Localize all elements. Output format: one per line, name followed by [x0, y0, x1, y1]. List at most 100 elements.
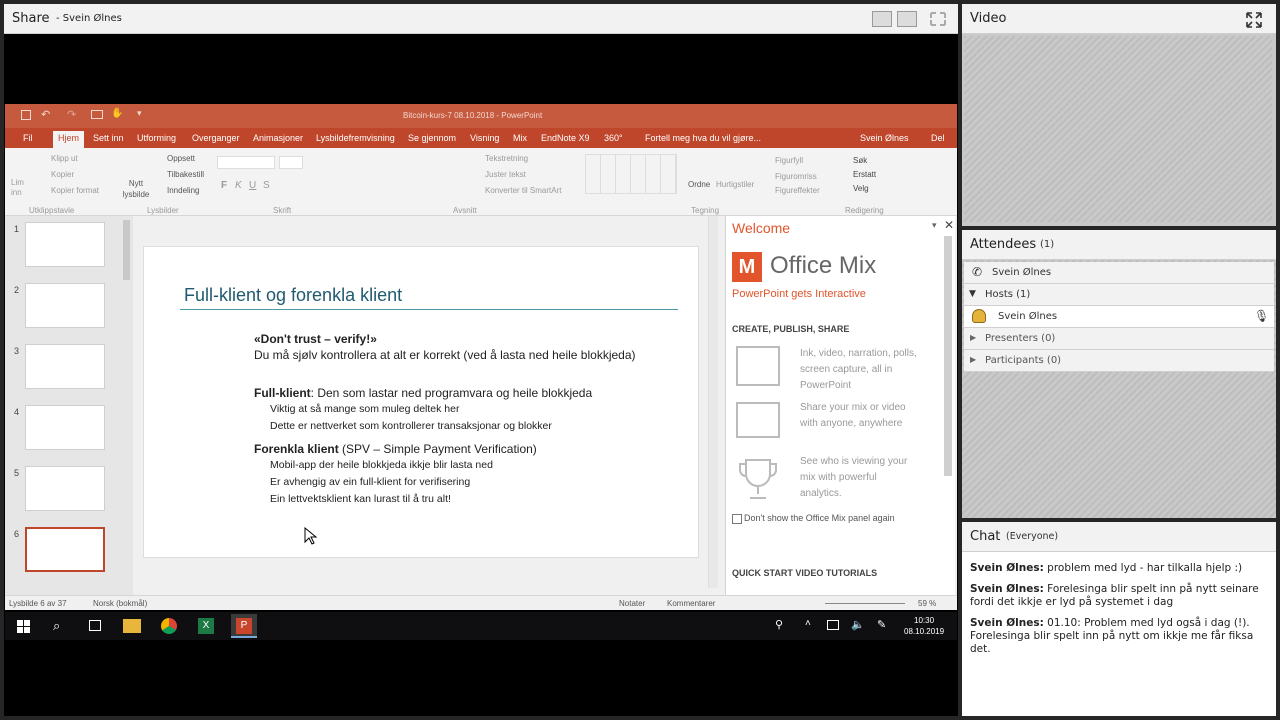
share-button[interactable]: Del: [931, 133, 945, 143]
current-slide[interactable]: Full-klient og forenkla klient «Don't tr…: [143, 246, 699, 558]
people-icon[interactable]: ⚲: [775, 618, 783, 631]
quick-styles-button[interactable]: Hurtigstiler: [716, 180, 754, 189]
search-icon[interactable]: ⌕: [53, 618, 60, 634]
bold-button[interactable]: F: [221, 180, 227, 191]
copy-button[interactable]: Kopier: [51, 170, 74, 179]
language-status[interactable]: Norsk (bokmål): [93, 599, 147, 608]
shape-fill-button[interactable]: Figurfyll: [775, 156, 803, 165]
mix-hide-checkbox[interactable]: [732, 514, 742, 524]
taskbar-time[interactable]: 10:30: [914, 616, 934, 625]
layout-button[interactable]: Oppsett: [167, 154, 195, 163]
windows-taskbar: ⌕ X P ⚲ ˄ 🔈 ✎ 10:30 08.10.2019: [5, 612, 957, 640]
layout-button-2[interactable]: [897, 11, 917, 27]
host-name: Svein Ølnes: [998, 311, 1058, 322]
font-size-box[interactable]: [279, 156, 303, 169]
slide-thumbnail-selected[interactable]: [25, 527, 105, 572]
chrome-icon[interactable]: [161, 618, 177, 634]
zoom-slider[interactable]: [825, 603, 905, 604]
tell-me-search[interactable]: Fortell meg hva du vil gjøre...: [645, 133, 761, 143]
ppt-user-name[interactable]: Svein Ølnes: [860, 133, 909, 143]
tab-view[interactable]: Visning: [470, 133, 499, 143]
tab-transitions[interactable]: Overganger: [192, 133, 240, 143]
zoom-level[interactable]: 59 %: [918, 599, 936, 608]
powerpoint-taskbar-icon[interactable]: P: [231, 614, 257, 638]
thumbnails-scrollbar[interactable]: [123, 220, 130, 280]
paste-button[interactable]: Lim inn: [11, 178, 29, 198]
new-slide-button[interactable]: Nytt lysbilde: [121, 178, 151, 200]
windows-start-icon[interactable]: [17, 620, 30, 633]
slide-thumbnail[interactable]: [25, 283, 105, 328]
find-button[interactable]: Søk: [853, 156, 867, 165]
shapes-gallery[interactable]: [585, 154, 677, 194]
redo-icon[interactable]: ↷: [67, 108, 76, 121]
font-name-box[interactable]: [217, 156, 275, 169]
format-painter-button[interactable]: Kopier format: [51, 186, 99, 195]
hosts-group-row[interactable]: ▼ Hosts (1): [964, 284, 1274, 306]
tab-file[interactable]: Fil: [23, 133, 33, 143]
tray-chevron-icon[interactable]: ˄: [805, 618, 811, 629]
align-text-button[interactable]: Juster tekst: [485, 170, 526, 179]
attendee-self-row[interactable]: ✆ Svein Ølnes: [964, 262, 1274, 284]
save-icon[interactable]: [21, 110, 31, 120]
touch-mode-icon[interactable]: ✋: [111, 108, 123, 119]
arrange-button[interactable]: Ordne: [688, 180, 710, 189]
mix-scrollbar[interactable]: [944, 236, 952, 476]
mix-quick-start[interactable]: QUICK START VIDEO TUTORIALS: [732, 568, 877, 578]
host-row[interactable]: Svein Ølnes 🎙: [964, 306, 1274, 328]
mix-panel-close-icon[interactable]: ✕: [944, 218, 954, 232]
tab-slideshow[interactable]: Lysbildefremvisning: [316, 133, 395, 143]
slide-thumbnail[interactable]: [25, 344, 105, 389]
tab-design[interactable]: Utforming: [137, 133, 176, 143]
qat-dropdown-icon[interactable]: ▾: [137, 108, 142, 119]
mix-feature-2: Share your mix or video with anyone, any…: [800, 402, 906, 429]
shape-effects-button[interactable]: Figureffekter: [775, 186, 820, 195]
attendees-count: (1): [1040, 239, 1055, 250]
shape-outline-button[interactable]: Figuromriss: [775, 172, 817, 181]
slide-scrollbar[interactable]: [708, 216, 718, 588]
slide-thumbnail[interactable]: [25, 405, 105, 450]
expand-triangle-icon: ▶: [970, 333, 977, 342]
underline-button[interactable]: U: [249, 180, 256, 191]
undo-icon[interactable]: ↶: [41, 108, 50, 121]
tab-review[interactable]: Se gjennom: [408, 133, 456, 143]
cut-button[interactable]: Klipp ut: [51, 154, 78, 163]
bullet-3-bold: Forenkla klient: [254, 442, 339, 456]
tab-endnote[interactable]: EndNote X9: [541, 133, 590, 143]
comments-button[interactable]: Kommentarer: [667, 599, 715, 608]
select-button[interactable]: Velg: [853, 184, 869, 193]
present-icon[interactable]: [91, 110, 103, 119]
mix-panel-dropdown-icon[interactable]: ▾: [932, 220, 937, 231]
reset-button[interactable]: Tilbakestill: [167, 170, 204, 179]
strike-button[interactable]: S: [263, 180, 270, 191]
fullscreen-icon[interactable]: [929, 11, 947, 27]
section-button[interactable]: Inndeling: [167, 186, 199, 195]
text-direction-button[interactable]: Tekstretning: [485, 154, 528, 163]
layout-button-1[interactable]: [872, 11, 892, 27]
tab-mix[interactable]: Mix: [513, 133, 527, 143]
pen-icon[interactable]: ✎: [877, 618, 886, 631]
network-icon[interactable]: [827, 620, 839, 630]
taskbar-date[interactable]: 08.10.2019: [904, 627, 944, 636]
mix-welcome-title: Welcome: [732, 220, 791, 236]
tab-animations[interactable]: Animasjoner: [253, 133, 303, 143]
file-explorer-icon[interactable]: [123, 619, 141, 633]
slide-thumbnail[interactable]: [25, 466, 105, 511]
presenters-group-row[interactable]: ▶ Presenters (0): [964, 328, 1274, 350]
mix-brand: Office Mix: [770, 252, 877, 279]
mix-feature-3: See who is viewing your mix with powerfu…: [800, 456, 908, 499]
excel-icon[interactable]: X: [198, 618, 214, 634]
fullscreen-icon[interactable]: [1246, 12, 1262, 28]
chat-scope[interactable]: (Everyone): [1006, 531, 1058, 542]
italic-button[interactable]: K: [235, 180, 242, 191]
smartart-button[interactable]: Konverter til SmartArt: [485, 186, 561, 195]
tab-home[interactable]: Hjem: [53, 131, 85, 148]
ribbon-tabs: Fil Hjem Sett inn Utforming Overganger A…: [5, 128, 957, 148]
slide-thumbnail[interactable]: [25, 222, 105, 267]
task-view-icon[interactable]: [89, 620, 101, 631]
notes-button[interactable]: Notater: [619, 599, 645, 608]
replace-button[interactable]: Erstatt: [853, 170, 876, 179]
tab-insert[interactable]: Sett inn: [93, 133, 124, 143]
volume-icon[interactable]: 🔈: [851, 618, 865, 631]
participants-group-row[interactable]: ▶ Participants (0): [964, 350, 1274, 372]
tab-360[interactable]: 360°: [604, 133, 623, 143]
